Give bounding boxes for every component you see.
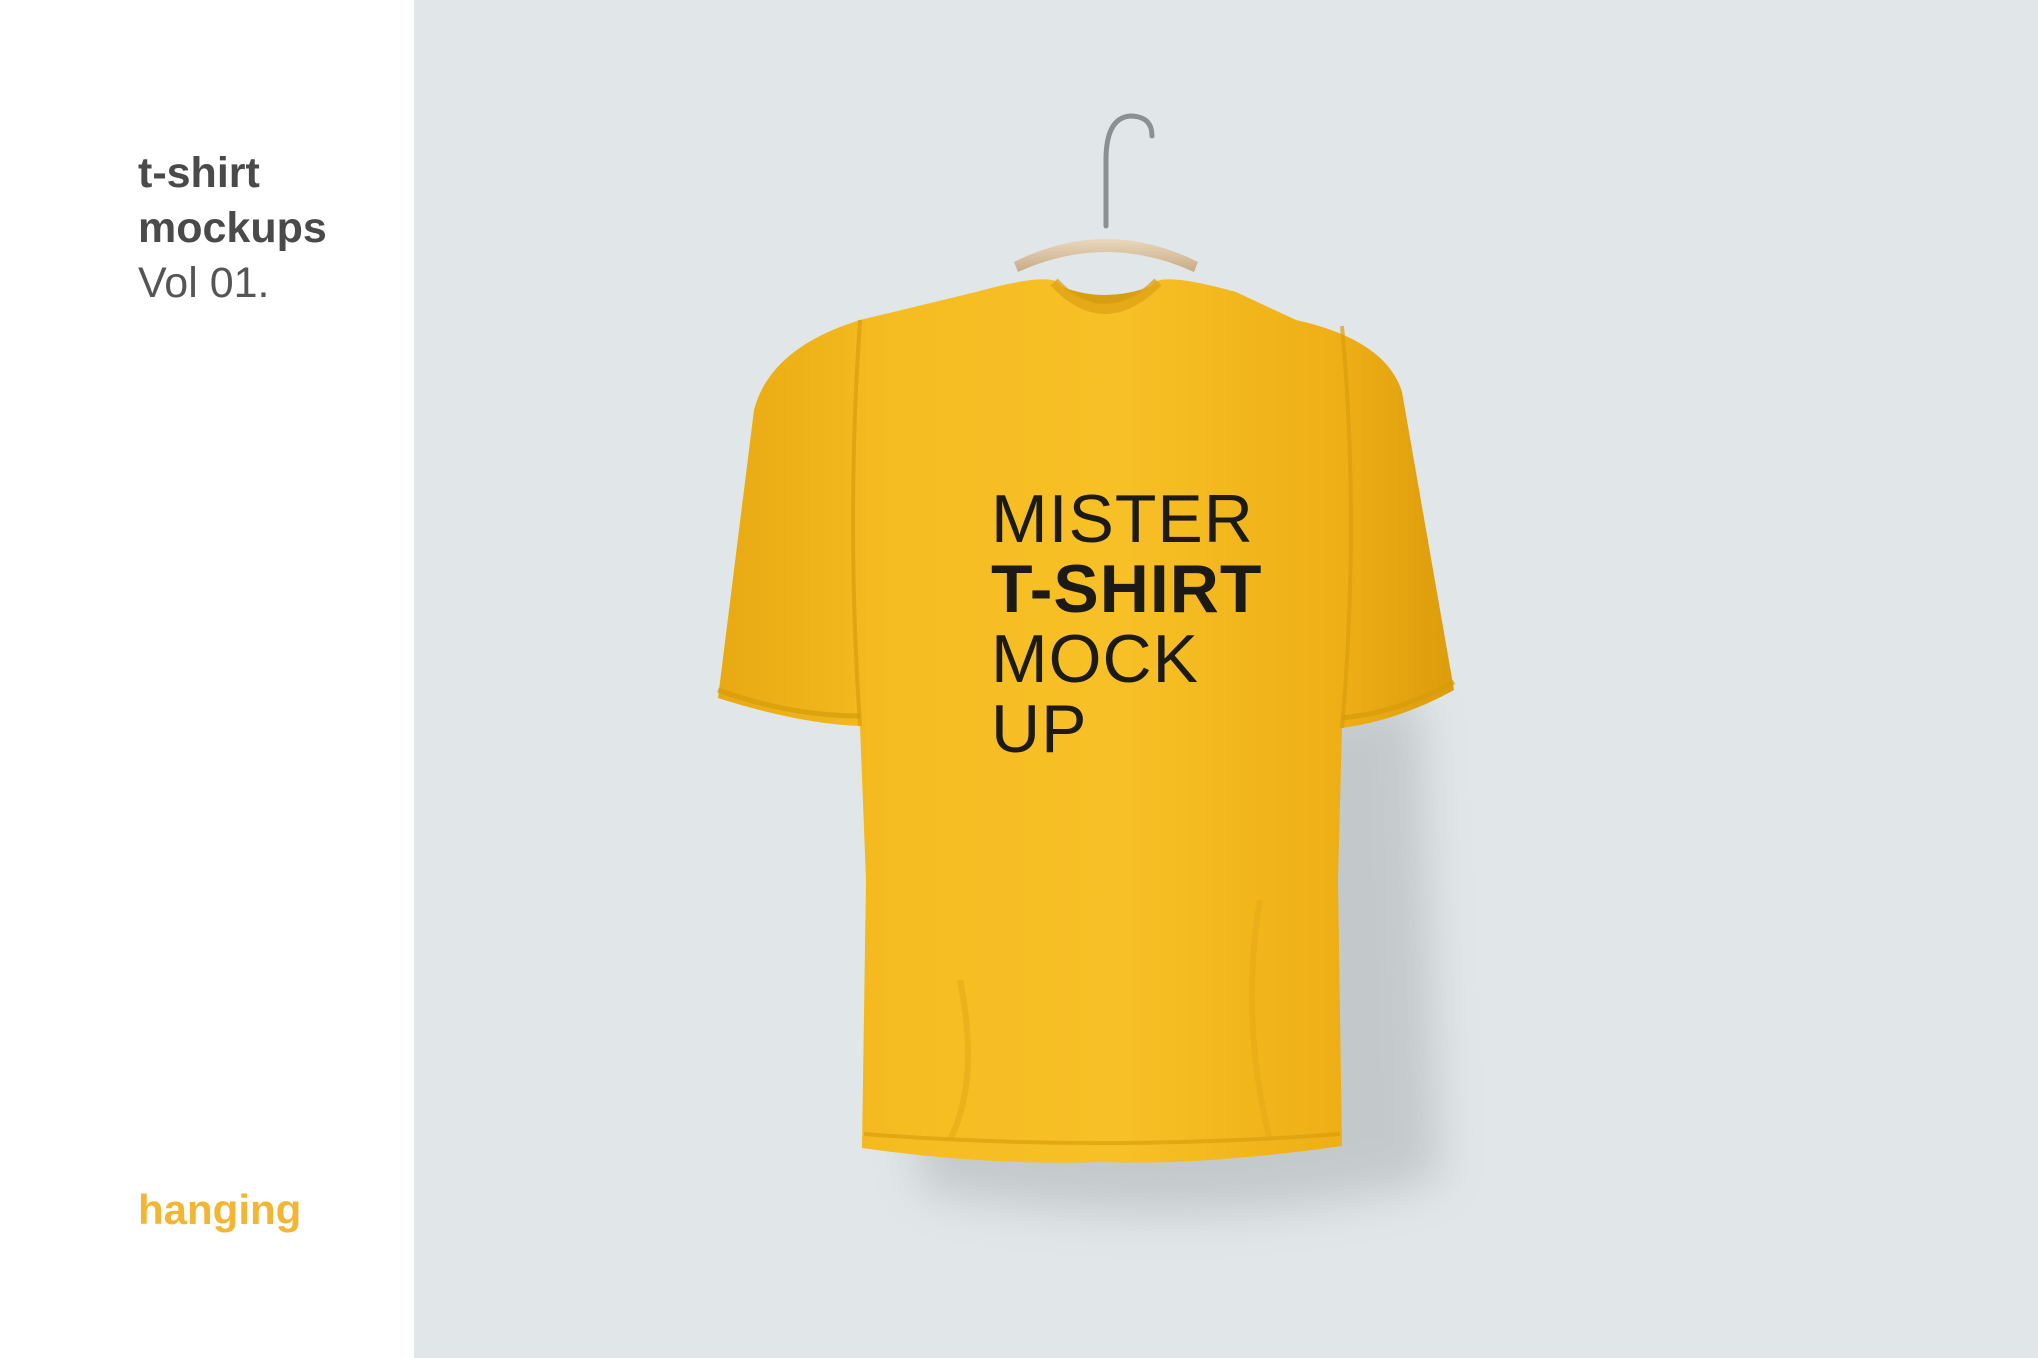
print-line-2: T-SHIRT: [991, 551, 1263, 627]
hanger-hook-icon: [1103, 113, 1155, 229]
hanger-icon: [1014, 239, 1198, 272]
print-line-1: MISTER: [991, 481, 1254, 557]
print-line-3: MOCK: [991, 621, 1199, 697]
shirt-print-text: MISTER T-SHIRT MOCK UP: [991, 484, 1262, 764]
print-line-4: UP: [991, 691, 1088, 767]
